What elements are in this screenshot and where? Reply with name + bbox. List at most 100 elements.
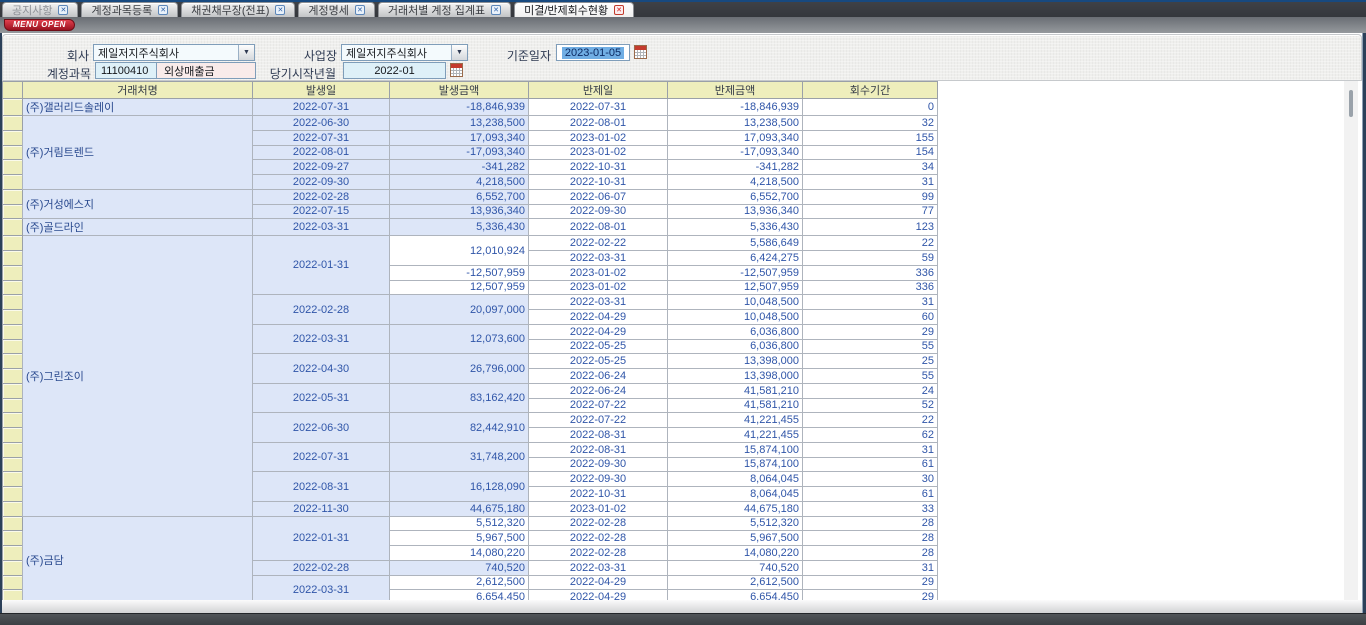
- collection-period-cell[interactable]: 60: [803, 310, 938, 325]
- chevron-down-icon[interactable]: ▼: [238, 45, 254, 60]
- settlement-amount-cell[interactable]: 4,218,500: [668, 175, 803, 190]
- occurrence-amount-cell[interactable]: 14,080,220: [390, 546, 529, 561]
- collection-period-cell[interactable]: 55: [803, 369, 938, 384]
- calendar-icon[interactable]: [450, 63, 463, 77]
- settlement-date-cell[interactable]: 2023-01-02: [529, 280, 668, 295]
- occurrence-date-cell[interactable]: 2022-02-28: [253, 560, 390, 575]
- row-selector[interactable]: [3, 339, 23, 354]
- occurrence-amount-cell[interactable]: 2,612,500: [390, 575, 529, 590]
- row-selector[interactable]: [3, 310, 23, 325]
- customer-name-cell[interactable]: (주)골드라인: [23, 219, 253, 236]
- collection-period-cell[interactable]: 33: [803, 501, 938, 516]
- settlement-amount-cell[interactable]: 6,036,800: [668, 324, 803, 339]
- tab-open-settlement-status[interactable]: 미결/반제회수현황 ✕: [514, 2, 634, 17]
- collection-period-cell[interactable]: 29: [803, 590, 938, 600]
- settlement-date-cell[interactable]: 2023-01-02: [529, 130, 668, 145]
- tab-customer-summary[interactable]: 거래처별 계정 집계표 ✕: [378, 2, 511, 17]
- row-selector[interactable]: [3, 472, 23, 487]
- occurrence-date-cell[interactable]: 2022-05-31: [253, 383, 390, 413]
- settlement-amount-cell[interactable]: -341,282: [668, 160, 803, 175]
- row-selector[interactable]: [3, 175, 23, 190]
- occurrence-amount-cell[interactable]: 31,748,200: [390, 442, 529, 472]
- occurrence-date-cell[interactable]: 2022-04-30: [253, 354, 390, 384]
- occurrence-date-cell[interactable]: 2022-09-30: [253, 175, 390, 190]
- occurrence-amount-cell[interactable]: -17,093,340: [390, 145, 529, 160]
- collection-period-cell[interactable]: 28: [803, 546, 938, 561]
- tab-close-icon[interactable]: ✕: [275, 5, 285, 15]
- calendar-icon[interactable]: [634, 45, 647, 59]
- settlement-amount-cell[interactable]: 41,221,455: [668, 428, 803, 443]
- collection-period-cell[interactable]: 32: [803, 116, 938, 131]
- collection-period-cell[interactable]: 336: [803, 265, 938, 280]
- customer-name-cell[interactable]: (주)그린조이: [23, 236, 253, 516]
- settlement-amount-cell[interactable]: 6,036,800: [668, 339, 803, 354]
- collection-period-cell[interactable]: 52: [803, 398, 938, 413]
- settlement-amount-cell[interactable]: 17,093,340: [668, 130, 803, 145]
- customer-name-cell[interactable]: (주)금담: [23, 516, 253, 600]
- settlement-amount-cell[interactable]: 6,424,275: [668, 251, 803, 266]
- settlement-date-cell[interactable]: 2023-01-02: [529, 501, 668, 516]
- collection-period-cell[interactable]: 22: [803, 413, 938, 428]
- settlement-amount-cell[interactable]: 6,552,700: [668, 189, 803, 204]
- occurrence-amount-cell[interactable]: -12,507,959: [390, 265, 529, 280]
- row-selector[interactable]: [3, 204, 23, 219]
- company-select[interactable]: 제일저지주식회사 ▼: [93, 44, 255, 61]
- settlement-date-cell[interactable]: 2022-07-22: [529, 398, 668, 413]
- row-selector[interactable]: [3, 265, 23, 280]
- settlement-date-cell[interactable]: 2022-04-29: [529, 590, 668, 600]
- customer-name-cell[interactable]: (주)거성에스지: [23, 189, 253, 219]
- settlement-date-cell[interactable]: 2023-01-02: [529, 265, 668, 280]
- row-selector[interactable]: [3, 457, 23, 472]
- occurrence-date-cell[interactable]: 2022-01-31: [253, 236, 390, 295]
- tab-close-icon[interactable]: ✕: [614, 5, 624, 15]
- settlement-amount-cell[interactable]: 13,398,000: [668, 354, 803, 369]
- settlement-amount-cell[interactable]: 8,064,045: [668, 487, 803, 502]
- settlement-date-cell[interactable]: 2022-03-31: [529, 295, 668, 310]
- collection-period-cell[interactable]: 31: [803, 442, 938, 457]
- chevron-down-icon[interactable]: ▼: [451, 45, 467, 60]
- tab-close-icon[interactable]: ✕: [58, 5, 68, 15]
- collection-period-cell[interactable]: 154: [803, 145, 938, 160]
- occurrence-date-cell[interactable]: 2022-07-31: [253, 99, 390, 116]
- occurrence-date-cell[interactable]: 2022-06-30: [253, 116, 390, 131]
- row-selector[interactable]: [3, 295, 23, 310]
- occurrence-amount-cell[interactable]: 26,796,000: [390, 354, 529, 384]
- settlement-amount-cell[interactable]: 740,520: [668, 560, 803, 575]
- settlement-date-cell[interactable]: 2022-02-28: [529, 531, 668, 546]
- occurrence-date-cell[interactable]: 2022-07-31: [253, 130, 390, 145]
- row-selector[interactable]: [3, 324, 23, 339]
- settlement-amount-cell[interactable]: -17,093,340: [668, 145, 803, 160]
- settlement-amount-cell[interactable]: 14,080,220: [668, 546, 803, 561]
- settlement-date-cell[interactable]: 2022-03-31: [529, 560, 668, 575]
- row-selector[interactable]: [3, 251, 23, 266]
- settlement-amount-cell[interactable]: 13,398,000: [668, 369, 803, 384]
- settlement-amount-cell[interactable]: 6,654,450: [668, 590, 803, 600]
- settlement-amount-cell[interactable]: 41,581,210: [668, 398, 803, 413]
- account-name-field[interactable]: 외상매출금: [156, 62, 256, 79]
- tab-close-icon[interactable]: ✕: [158, 5, 168, 15]
- account-code-input[interactable]: 11100410: [95, 62, 157, 79]
- settlement-date-cell[interactable]: 2022-06-24: [529, 383, 668, 398]
- site-select[interactable]: 제일저지주식회사 ▼: [341, 44, 468, 61]
- collection-period-cell[interactable]: 22: [803, 236, 938, 251]
- occurrence-amount-cell[interactable]: 5,336,430: [390, 219, 529, 236]
- row-selector[interactable]: [3, 516, 23, 531]
- settlement-date-cell[interactable]: 2022-02-28: [529, 546, 668, 561]
- occurrence-date-cell[interactable]: 2022-09-27: [253, 160, 390, 175]
- row-selector[interactable]: [3, 487, 23, 502]
- row-selector[interactable]: [3, 130, 23, 145]
- collection-period-cell[interactable]: 30: [803, 472, 938, 487]
- collection-period-cell[interactable]: 62: [803, 428, 938, 443]
- row-selector[interactable]: [3, 398, 23, 413]
- occurrence-amount-cell[interactable]: -341,282: [390, 160, 529, 175]
- row-selector[interactable]: [3, 575, 23, 590]
- settlement-date-cell[interactable]: 2022-08-01: [529, 116, 668, 131]
- occurrence-date-cell[interactable]: 2022-08-01: [253, 145, 390, 160]
- tab-account-detail[interactable]: 계정명세 ✕: [298, 2, 374, 17]
- collection-period-cell[interactable]: 99: [803, 189, 938, 204]
- settlement-amount-cell[interactable]: 15,874,100: [668, 442, 803, 457]
- collection-period-cell[interactable]: 29: [803, 324, 938, 339]
- settlement-amount-cell[interactable]: 13,936,340: [668, 204, 803, 219]
- collection-period-cell[interactable]: 61: [803, 457, 938, 472]
- settlement-date-cell[interactable]: 2022-04-29: [529, 575, 668, 590]
